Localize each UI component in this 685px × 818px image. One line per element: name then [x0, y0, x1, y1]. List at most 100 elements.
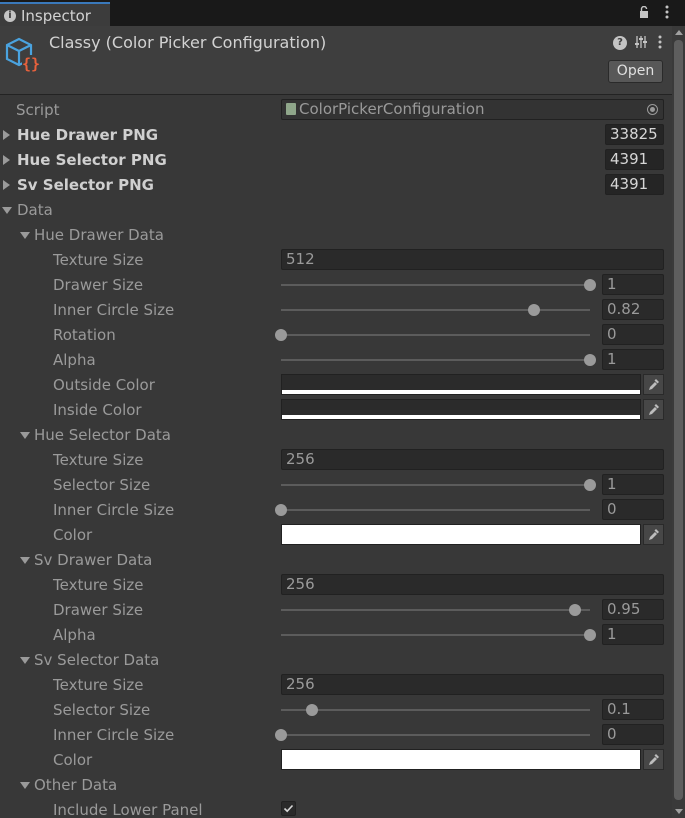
scroll-up-arrow-icon[interactable]: [675, 30, 683, 35]
object-picker-icon[interactable]: [647, 104, 658, 115]
alpha-field[interactable]: 1: [602, 349, 664, 370]
drawer-size-slider-track[interactable]: [281, 609, 590, 611]
other-data-label[interactable]: Other Data: [34, 776, 117, 794]
checkmark-icon: [283, 804, 294, 813]
inner-circle-size-slider-knob[interactable]: [275, 729, 287, 741]
sv-selector-texture-size-field[interactable]: 256: [281, 674, 664, 695]
kebab-menu-icon[interactable]: [657, 35, 663, 49]
include-lower-panel-row: Include Lower Panel: [0, 798, 672, 818]
lock-icon[interactable]: [639, 6, 649, 18]
scrollbar[interactable]: [672, 26, 685, 818]
eyedropper-button[interactable]: [643, 399, 664, 420]
help-icon[interactable]: ?: [613, 36, 627, 50]
selector-size-slider-knob[interactable]: [305, 704, 318, 716]
include-lower-panel-checkbox[interactable]: [281, 801, 296, 816]
open-button[interactable]: Open: [608, 60, 663, 83]
hue-selector-png-label[interactable]: Hue Selector PNG: [17, 151, 167, 169]
drawer-size-slider-knob[interactable]: [568, 604, 581, 616]
scroll-down-arrow-icon[interactable]: [675, 809, 683, 814]
hue-drawer-data-foldout-row[interactable]: Hue Drawer Data: [0, 223, 672, 248]
hue-drawer-png-size-field[interactable]: 33825: [605, 124, 664, 145]
outside-color-bar: [282, 390, 640, 394]
foldout-closed-icon[interactable]: [3, 130, 10, 140]
sv-selector-data-label[interactable]: Sv Selector Data: [34, 651, 159, 669]
selector-size-slider-knob[interactable]: [584, 479, 596, 491]
foldout-open-icon[interactable]: [2, 207, 12, 214]
sv-drawer-drawer-size-row: Drawer Size 0.95: [0, 598, 672, 623]
foldout-open-icon[interactable]: [20, 557, 30, 564]
foldout-closed-icon[interactable]: [3, 180, 10, 190]
foldout-open-icon[interactable]: [20, 782, 30, 789]
alpha-slider-knob[interactable]: [584, 629, 596, 641]
sv-drawer-data-label[interactable]: Sv Drawer Data: [34, 551, 152, 569]
hue-drawer-alpha-row: Alpha 1: [0, 348, 672, 373]
foldout-closed-icon[interactable]: [3, 155, 10, 165]
sv-selector-data-foldout-row[interactable]: Sv Selector Data: [0, 648, 672, 673]
inner-circle-size-slider-track[interactable]: [281, 734, 590, 736]
rotation-slider-track[interactable]: [281, 334, 590, 336]
hue-drawer-data-label[interactable]: Hue Drawer Data: [34, 226, 164, 244]
inner-circle-size-slider-knob[interactable]: [528, 304, 541, 316]
hue-selector-png-size-field[interactable]: 4391: [605, 149, 664, 170]
info-icon: i: [4, 10, 16, 22]
color-swatch[interactable]: [281, 524, 641, 545]
drawer-size-slider-knob[interactable]: [584, 279, 596, 291]
foldout-open-icon[interactable]: [20, 657, 30, 664]
alpha-slider-track[interactable]: [281, 359, 590, 361]
drawer-size-field[interactable]: 1: [602, 274, 664, 295]
scriptable-object-icon: {}: [5, 37, 40, 73]
kebab-menu-icon[interactable]: [664, 5, 670, 19]
hue-selector-data-label[interactable]: Hue Selector Data: [34, 426, 171, 444]
inner-circle-size-slider-track[interactable]: [281, 509, 590, 511]
texture-size-label: Texture Size: [53, 576, 144, 594]
foldout-open-icon[interactable]: [20, 232, 30, 239]
eyedropper-icon: [649, 379, 659, 390]
outside-color-swatch[interactable]: [281, 374, 641, 395]
eyedropper-button[interactable]: [643, 749, 664, 770]
rotation-slider-knob[interactable]: [275, 329, 287, 341]
rotation-field[interactable]: 0: [602, 324, 664, 345]
drawer-size-slider-track[interactable]: [281, 284, 590, 286]
sv-selector-png-row: Sv Selector PNG 4391: [0, 173, 672, 198]
hue-drawer-outside-color-row: Outside Color: [0, 373, 672, 398]
script-value: ColorPickerConfiguration: [299, 100, 485, 118]
foldout-open-icon[interactable]: [20, 432, 30, 439]
hue-selector-texture-size-field[interactable]: 256: [281, 449, 664, 470]
selector-size-field[interactable]: 1: [602, 474, 664, 495]
tab-inspector[interactable]: i Inspector: [0, 2, 110, 26]
inside-color-swatch[interactable]: [281, 399, 641, 420]
sv-drawer-texture-size-field[interactable]: 256: [281, 574, 664, 595]
drawer-size-field[interactable]: 0.95: [602, 599, 664, 620]
hue-drawer-texture-size-field[interactable]: 512: [281, 249, 664, 270]
inner-circle-size-field[interactable]: 0.82: [602, 299, 664, 320]
eyedropper-button[interactable]: [643, 374, 664, 395]
data-foldout-row[interactable]: Data: [0, 198, 672, 223]
hue-drawer-png-label[interactable]: Hue Drawer PNG: [17, 126, 158, 144]
scroll-thumb[interactable]: [674, 40, 683, 800]
sv-selector-png-size-field[interactable]: 4391: [605, 174, 664, 195]
alpha-slider-track[interactable]: [281, 634, 590, 636]
inner-circle-size-field[interactable]: 0: [602, 499, 664, 520]
inside-color-label: Inside Color: [53, 401, 142, 419]
hue-selector-data-foldout-row[interactable]: Hue Selector Data: [0, 423, 672, 448]
inner-circle-size-slider-track[interactable]: [281, 309, 590, 311]
hue-selector-texture-size-row: Texture Size 256: [0, 448, 672, 473]
script-object-field[interactable]: ColorPickerConfiguration: [281, 99, 664, 120]
selector-size-slider-track[interactable]: [281, 709, 590, 711]
inner-circle-size-field[interactable]: 0: [602, 724, 664, 745]
hue-drawer-inside-color-row: Inside Color: [0, 398, 672, 423]
selector-size-label: Selector Size: [53, 701, 151, 719]
eyedropper-button[interactable]: [643, 524, 664, 545]
color-swatch[interactable]: [281, 749, 641, 770]
data-label[interactable]: Data: [17, 201, 53, 219]
selector-size-label: Selector Size: [53, 476, 151, 494]
inner-circle-size-slider-knob[interactable]: [275, 504, 287, 516]
alpha-slider-knob[interactable]: [584, 354, 596, 366]
sv-drawer-data-foldout-row[interactable]: Sv Drawer Data: [0, 548, 672, 573]
selector-size-slider-track[interactable]: [281, 484, 590, 486]
selector-size-field[interactable]: 0.1: [602, 699, 664, 720]
presets-icon[interactable]: [634, 35, 648, 49]
sv-selector-png-label[interactable]: Sv Selector PNG: [17, 176, 154, 194]
other-data-foldout-row[interactable]: Other Data: [0, 773, 672, 798]
alpha-field[interactable]: 1: [602, 624, 664, 645]
